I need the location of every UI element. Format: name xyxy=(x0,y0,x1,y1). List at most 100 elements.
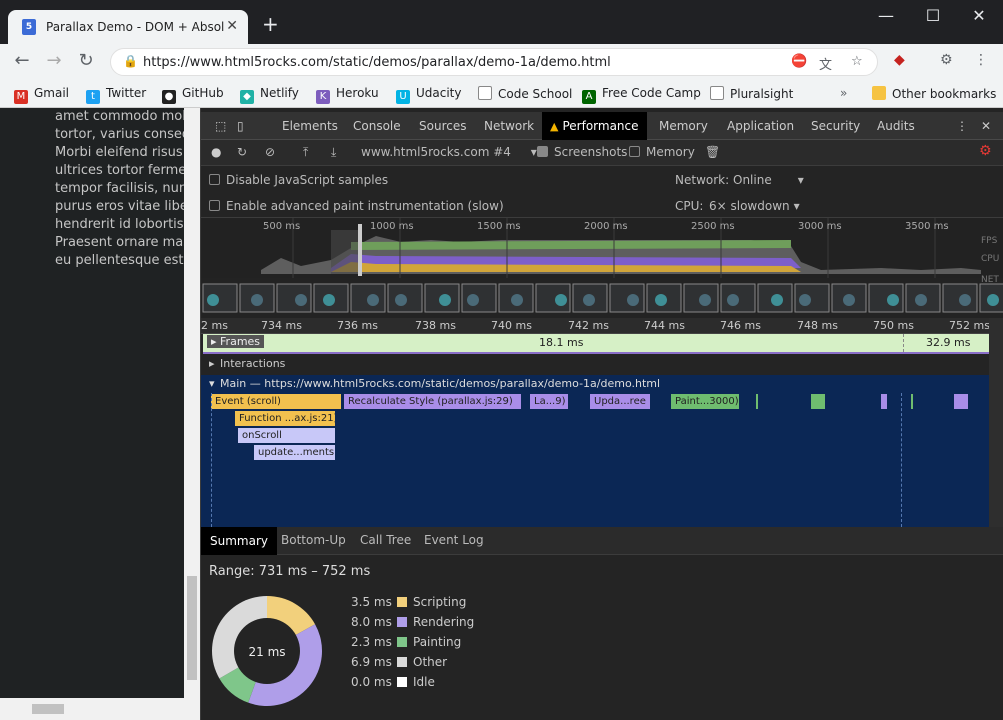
tab-event-log[interactable]: Event Log xyxy=(424,533,484,547)
tab-console[interactable]: Console xyxy=(353,112,401,140)
screenshot-thumbnail[interactable] xyxy=(609,283,645,313)
tab-bottom-up[interactable]: Bottom-Up xyxy=(281,533,346,547)
event-function-call[interactable]: Function ...ax.js:21) xyxy=(235,411,335,426)
overview-graph: 500 ms 1000 ms 1500 ms 2000 ms 2500 ms 3000 m… xyxy=(201,218,1003,313)
settings-gear-icon[interactable]: ⚙ xyxy=(979,143,992,159)
upload-icon[interactable]: ⤒ xyxy=(303,145,308,160)
interactions-track[interactable]: ▸ Interactions xyxy=(201,354,1003,374)
browser-tab[interactable]: 5 Parallax Demo - DOM + Absolute ✕ xyxy=(8,10,248,44)
blocked-icon[interactable]: ⛔ xyxy=(791,54,807,69)
tab-summary[interactable]: Summary xyxy=(201,527,277,555)
star-icon[interactable]: ☆ xyxy=(851,54,863,69)
inspect-icon[interactable]: ⬚ xyxy=(215,112,226,140)
main-thread-header[interactable]: ▾ Main — https://www.html5rocks.com/stat… xyxy=(201,375,1003,393)
page-horizontal-scrollbar[interactable] xyxy=(0,698,200,720)
event-scroll[interactable]: Event (scroll) xyxy=(211,394,341,409)
frames-track[interactable]: ▸ Frames 18.1 ms 32.9 ms xyxy=(203,334,989,352)
scroll-thumb[interactable] xyxy=(187,576,197,680)
close-devtools-icon[interactable]: ✕ xyxy=(981,112,991,140)
event-layout[interactable]: La...9) xyxy=(530,394,568,409)
screenshot-thumbnail[interactable] xyxy=(461,283,497,313)
tab-performance[interactable]: ▲ Performance xyxy=(542,112,647,140)
bookmark-twitter[interactable]: t Twitter xyxy=(86,86,146,104)
bookmark-pluralsight[interactable]: Pluralsight xyxy=(710,86,793,101)
back-icon[interactable]: ← xyxy=(10,50,34,71)
bookmark-code-school[interactable]: Code School xyxy=(478,86,572,101)
tab-close-icon[interactable]: ✕ xyxy=(226,18,238,34)
event-rendering-small[interactable] xyxy=(954,394,968,409)
bookmark-github[interactable]: ● GitHub xyxy=(162,86,224,104)
clear-icon[interactable]: ⊘ xyxy=(265,145,275,159)
bookmark-gmail[interactable]: M Gmail xyxy=(14,86,69,104)
disable-js-samples-checkbox[interactable]: Disable JavaScript samples xyxy=(209,173,388,187)
event-onscroll[interactable]: onScroll xyxy=(238,428,335,443)
device-toolbar-icon[interactable]: ▯ xyxy=(237,112,244,140)
forward-icon[interactable]: → xyxy=(42,50,66,71)
ruler-tick: 744 ms xyxy=(644,319,685,332)
bookmark-netlify[interactable]: ◆ Netlify xyxy=(240,86,299,104)
timeline-scrollbar[interactable] xyxy=(989,318,1003,527)
cpu-throttle-select[interactable]: 6× slowdown ▾ xyxy=(709,199,800,213)
translate-icon[interactable]: 文 xyxy=(819,54,832,73)
advanced-paint-checkbox[interactable]: Enable advanced paint instrumentation (s… xyxy=(209,199,504,213)
minimize-icon[interactable]: — xyxy=(874,6,898,25)
bookmark-udacity[interactable]: U Udacity xyxy=(396,86,462,104)
tab-audits[interactable]: Audits xyxy=(877,112,915,140)
selection-window[interactable] xyxy=(331,230,361,274)
screenshots-checkbox[interactable]: Screenshots xyxy=(537,145,627,159)
close-window-icon[interactable]: ✕ xyxy=(967,6,991,25)
tab-network[interactable]: Network xyxy=(484,112,534,140)
event-rendering-small[interactable] xyxy=(881,394,887,409)
record-icon[interactable]: ● xyxy=(211,145,221,159)
event-paint-tick[interactable] xyxy=(911,394,913,409)
checkbox-icon xyxy=(209,174,220,185)
ruler-tick: 2 ms xyxy=(201,319,228,332)
event-recalc-style[interactable]: Recalculate Style (parallax.js:29) xyxy=(344,394,521,409)
event-update-elements[interactable]: update...ments xyxy=(254,445,335,460)
bookmarks-overflow-icon[interactable]: » xyxy=(840,86,847,100)
ruler-tick: 746 ms xyxy=(720,319,761,332)
selection-handle[interactable] xyxy=(358,224,362,276)
swatch-rendering xyxy=(397,617,407,627)
extension-icon[interactable]: ⚙ xyxy=(940,52,953,68)
scroll-thumb[interactable] xyxy=(32,704,64,714)
trash-icon[interactable]: 🗑 xyxy=(705,145,720,159)
event-paint[interactable]: Paint...3000) xyxy=(671,394,739,409)
bookmark-free-code-camp[interactable]: A Free Code Camp xyxy=(582,86,701,104)
other-bookmarks[interactable]: Other bookmarks xyxy=(872,86,996,101)
more-icon[interactable]: ⋮ xyxy=(956,112,968,140)
tab-elements[interactable]: Elements xyxy=(282,112,338,140)
tab-sources[interactable]: Sources xyxy=(419,112,466,140)
event-update-layer-tree[interactable]: Upda...ree xyxy=(590,394,650,409)
frame-boundary-line xyxy=(211,393,212,527)
flame-chart[interactable]: Event (scroll) Recalculate Style (parall… xyxy=(201,393,1003,527)
network-throttle-select[interactable]: Online ▾ xyxy=(733,173,804,187)
ublock-icon[interactable]: ◆ xyxy=(894,52,905,68)
maximize-icon[interactable]: ☐ xyxy=(921,6,945,25)
address-bar[interactable]: 🔒 https://www.html5rocks.com/static/demo… xyxy=(110,48,878,76)
network-label: Network: xyxy=(675,173,730,187)
reload-icon[interactable]: ↻ xyxy=(74,50,98,71)
thumbnail-shape xyxy=(439,294,451,306)
tab-call-tree[interactable]: Call Tree xyxy=(360,533,411,547)
summary-range: Range: 731 ms – 752 ms xyxy=(209,564,371,579)
event-paint-small[interactable] xyxy=(811,394,825,409)
reload-record-icon[interactable]: ↻ xyxy=(237,145,247,159)
frame-duration: 18.1 ms xyxy=(539,336,584,349)
profile-select[interactable]: www.html5rocks.com #4 ▾ xyxy=(361,145,537,159)
checkbox-icon xyxy=(537,146,548,157)
bookmark-heroku[interactable]: K Heroku xyxy=(316,86,379,104)
thumbnail-shape xyxy=(467,294,479,306)
event-paint-tick[interactable] xyxy=(756,394,758,409)
menu-icon[interactable]: ⋮ xyxy=(974,52,988,68)
tab-application[interactable]: Application xyxy=(727,112,794,140)
page-vertical-scrollbar[interactable] xyxy=(184,108,200,698)
memory-checkbox[interactable]: Memory xyxy=(629,145,695,159)
download-icon[interactable]: ⤓ xyxy=(331,145,336,160)
tab-memory[interactable]: Memory xyxy=(659,112,708,140)
thumbnail-shape xyxy=(987,294,999,306)
new-tab-icon[interactable]: + xyxy=(262,12,279,36)
timeline-overview[interactable]: 500 ms 1000 ms 1500 ms 2000 ms 2500 ms 3000 m… xyxy=(201,218,1003,318)
browser-window: 5 Parallax Demo - DOM + Absolute ✕ + — ☐… xyxy=(0,0,1003,720)
tab-security[interactable]: Security xyxy=(811,112,860,140)
